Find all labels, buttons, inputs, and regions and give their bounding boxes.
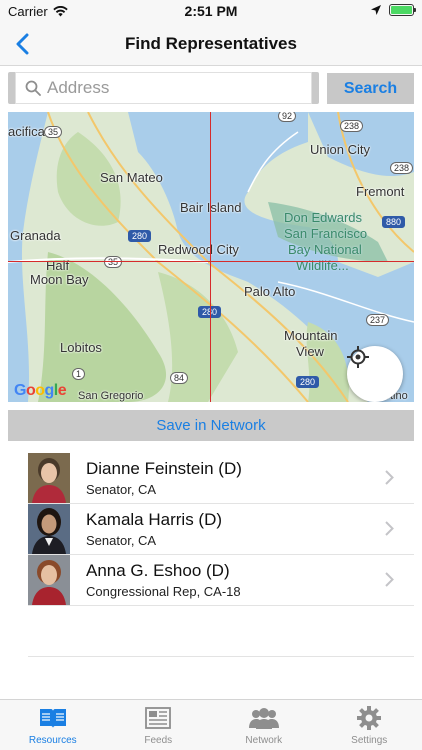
route-shield-92: 92 (278, 112, 297, 122)
map-label-fremont: Fremont (356, 184, 405, 199)
chevron-right-icon (385, 521, 394, 536)
gear-icon (357, 706, 382, 730)
page-title: Find Representatives (125, 34, 297, 53)
rep-row-eshoo[interactable]: Anna G. Eshoo (D) Congressional Rep, CA-… (28, 555, 414, 606)
route-shield-35-a: 35 (44, 126, 63, 138)
chevron-right-icon (385, 470, 394, 485)
rep-photo-feinstein (28, 453, 70, 503)
location-target-icon (347, 346, 369, 368)
tab-label: Network (245, 735, 283, 746)
map-label-san-francisco: San Francisco (284, 226, 368, 241)
tab-network[interactable]: Network (211, 700, 317, 750)
map-label-granada: Granada (10, 228, 61, 243)
search-button[interactable]: Search (327, 73, 414, 104)
route-shield-238-b: 238 (390, 162, 414, 174)
map-label-union-city: Union City (310, 142, 370, 157)
rep-name: Dianne Feinstein (D) (86, 459, 242, 478)
tab-feeds[interactable]: Feeds (106, 700, 212, 750)
representatives-list: Dianne Feinstein (D) Senator, CA Kamala … (28, 453, 414, 606)
route-shield-1: 1 (72, 368, 86, 380)
address-input[interactable] (47, 78, 277, 98)
location-arrow-icon (371, 5, 381, 15)
map-label-don-edwards: Don Edwards (284, 210, 363, 225)
rep-role: Congressional Rep, CA-18 (86, 584, 241, 599)
map-view[interactable]: acifica San Mateo Union City Fremont Bai… (8, 112, 414, 402)
tab-settings[interactable]: Settings (317, 700, 422, 750)
map-label-redwood-city: Redwood City (158, 242, 239, 257)
rep-row-harris[interactable]: Kamala Harris (D) Senator, CA (28, 504, 414, 555)
map-label-moon-bay: Moon Bay (30, 272, 89, 287)
crosshair-vertical (210, 112, 211, 402)
map-label-mountain: Mountain (284, 328, 338, 343)
crosshair-horizontal (8, 261, 414, 262)
rep-photo-harris (28, 504, 70, 554)
people-icon (248, 708, 279, 729)
route-shield-880: 880 (382, 216, 406, 228)
address-search-field[interactable] (8, 72, 319, 104)
status-time: 2:51 PM (184, 3, 238, 19)
rep-role: Senator, CA (86, 482, 157, 497)
tab-resources[interactable]: Resources (0, 700, 106, 750)
route-shield-84: 84 (170, 372, 189, 384)
chevron-right-icon (385, 572, 394, 587)
route-shield-237: 237 (366, 314, 390, 326)
map-label-view: View (296, 344, 324, 359)
rep-name: Kamala Harris (D) (86, 510, 223, 529)
battery-fill (391, 6, 412, 14)
map-label-palo-alto: Palo Alto (244, 284, 296, 299)
rep-role: Senator, CA (86, 533, 157, 548)
map-label-lobitos: Lobitos (60, 340, 102, 355)
route-shield-280-c: 280 (296, 376, 320, 388)
route-shield-35-b: 35 (104, 256, 123, 268)
rep-row-feinstein[interactable]: Dianne Feinstein (D) Senator, CA (28, 453, 414, 504)
tab-label: Feeds (144, 735, 173, 746)
save-in-network-button[interactable]: Save in Network (8, 410, 414, 441)
newspaper-icon (145, 707, 172, 729)
status-bar: Carrier 2:51 PM (0, 0, 422, 22)
list-divider (28, 656, 414, 657)
route-shield-238-a: 238 (340, 120, 364, 132)
map-label-san-mateo: San Mateo (100, 170, 163, 185)
address-search-row: Search (8, 72, 414, 104)
status-right (371, 4, 416, 16)
map-label-san-gregorio: San Gregorio (78, 390, 144, 402)
tab-label: Settings (351, 735, 388, 746)
route-shield-280-a: 280 (128, 230, 152, 242)
map-label-bay-national: Bay National (288, 242, 362, 257)
rep-name: Anna G. Eshoo (D) (86, 561, 230, 580)
battery-icon (389, 4, 416, 16)
book-icon (39, 709, 66, 728)
map-label-pacifica: acifica (8, 124, 45, 139)
rep-photo-eshoo (28, 555, 70, 605)
google-logo: Google (14, 382, 67, 399)
tab-bar: Resources Feeds Network Settings (0, 699, 422, 750)
battery-tip (414, 8, 416, 12)
tab-label: Resources (28, 735, 77, 746)
search-icon (25, 80, 41, 96)
my-location-button[interactable] (347, 346, 403, 402)
navigation-bar: Find Representatives (0, 22, 422, 66)
